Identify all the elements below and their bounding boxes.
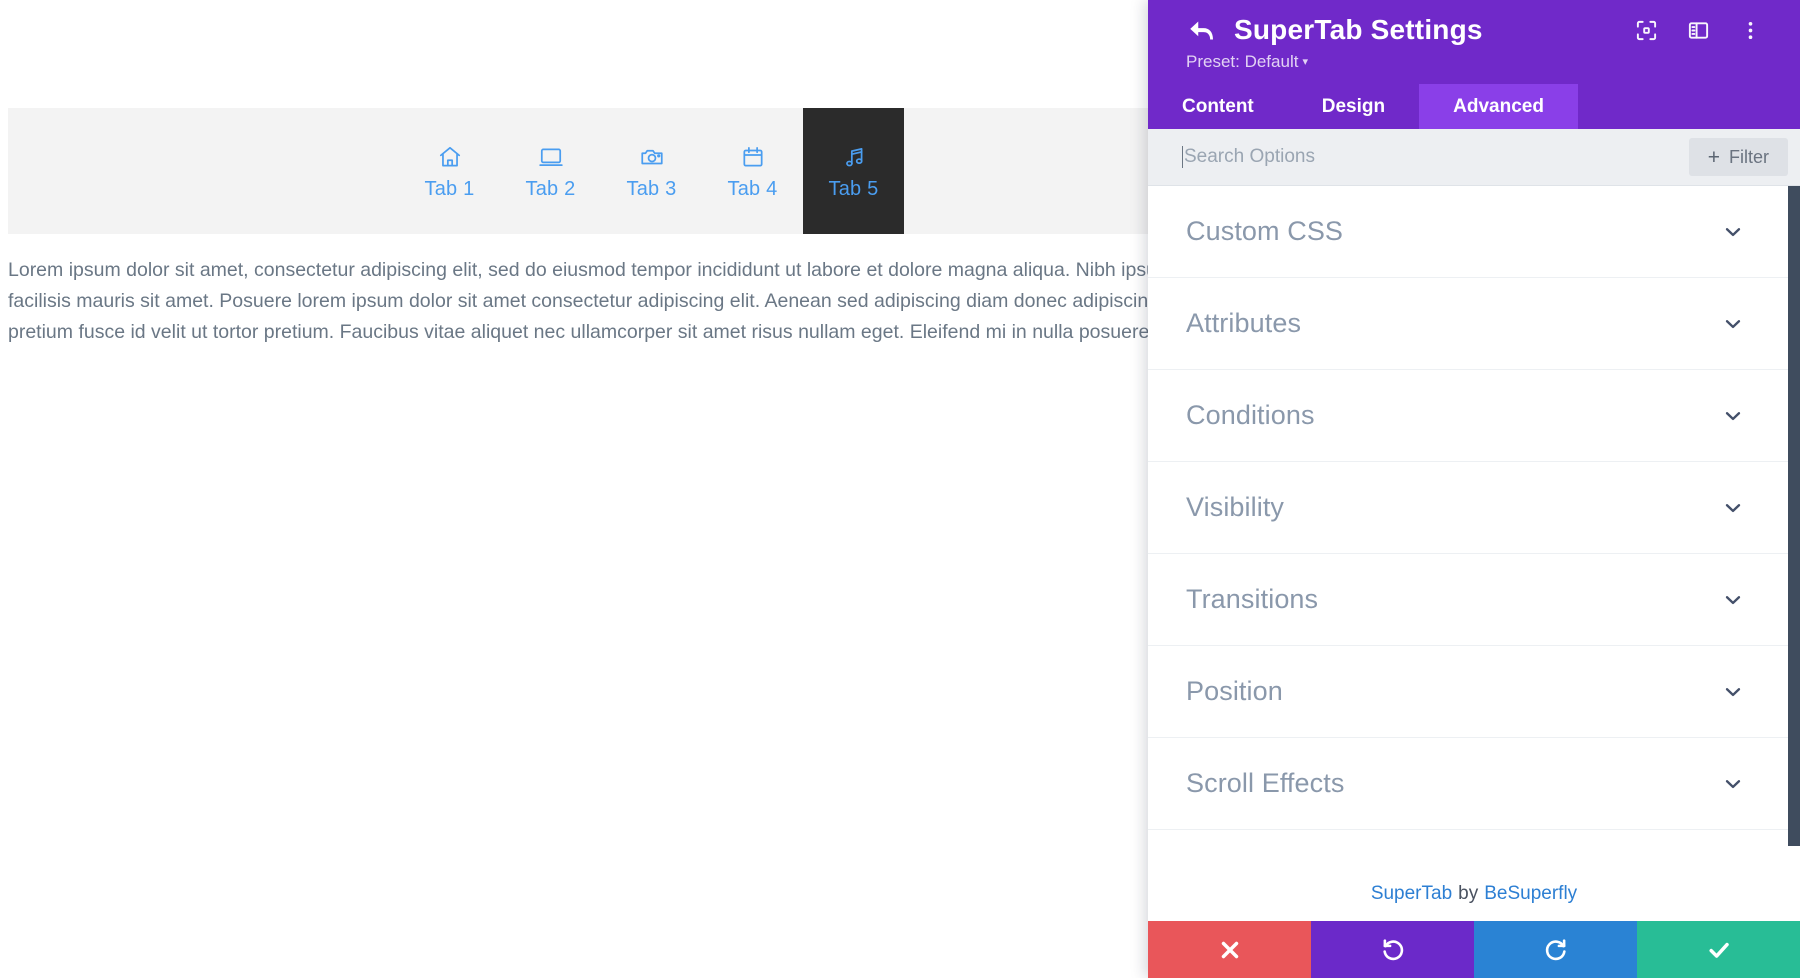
page-tab-5[interactable]: Tab 5 <box>803 108 904 234</box>
page-tab-1-label: Tab 1 <box>424 177 475 200</box>
plus-icon: + <box>1707 145 1720 169</box>
section-attributes[interactable]: Attributes <box>1148 278 1800 370</box>
credit-by-label: by <box>1458 883 1479 904</box>
page-tab-4-label: Tab 4 <box>727 177 778 200</box>
body-line-2: facilisis mauris sit amet. Posuere lorem… <box>8 290 1165 312</box>
page-tab-2[interactable]: Tab 2 <box>500 108 601 234</box>
besuperfly-link[interactable]: BeSuperfly <box>1484 883 1577 905</box>
preset-label: Preset: Default <box>1186 52 1299 71</box>
chevron-down-icon <box>1722 405 1744 427</box>
tab-content[interactable]: Content <box>1148 84 1288 129</box>
section-label: Attributes <box>1186 308 1302 338</box>
monitor-icon <box>538 144 564 170</box>
section-label: Scroll Effects <box>1186 768 1345 798</box>
chevron-down-icon <box>1722 313 1744 335</box>
section-label: Transitions <box>1186 584 1319 614</box>
undo-button[interactable] <box>1311 921 1474 978</box>
focus-frame-icon[interactable] <box>1635 19 1658 42</box>
preset-caret-icon: ▾ <box>1302 56 1308 68</box>
page-body-copy: Lorem ipsum dolor sit amet, consectetur … <box>8 255 1165 348</box>
panel-tabs: Content Design Advanced <box>1148 84 1800 129</box>
app-root: Tab 1 Tab 2 Tab 3 Tab 4 Tab 5 Lorem ipsu… <box>0 0 1800 978</box>
page-tab-5-label: Tab 5 <box>828 177 879 200</box>
home-icon <box>437 144 463 170</box>
section-label: Custom CSS <box>1186 216 1344 246</box>
text-caret <box>1182 146 1183 168</box>
section-visibility[interactable]: Visibility <box>1148 462 1800 554</box>
chevron-down-icon <box>1722 773 1744 795</box>
section-label: Visibility <box>1186 492 1285 522</box>
filter-button[interactable]: + Filter <box>1688 138 1788 176</box>
scrollbar-thumb[interactable] <box>1788 186 1800 846</box>
supertab-tab-bar: Tab 1 Tab 2 Tab 3 Tab 4 Tab 5 <box>8 108 1165 234</box>
section-label: Position <box>1186 676 1283 706</box>
page-tab-3[interactable]: Tab 3 <box>601 108 702 234</box>
options-accordion-list: Custom CSS Attributes Conditions Visibil… <box>1148 186 1800 830</box>
chevron-down-icon <box>1722 221 1744 243</box>
camera-icon <box>639 144 665 170</box>
section-position[interactable]: Position <box>1148 646 1800 738</box>
section-label: Conditions <box>1186 400 1315 430</box>
search-row: + Filter <box>1148 129 1800 186</box>
cancel-button[interactable] <box>1148 921 1311 978</box>
panel-credit: SuperTab by BeSuperfly <box>1148 867 1800 921</box>
calendar-icon <box>740 144 766 170</box>
redo-icon <box>1543 937 1569 963</box>
panel-header-icons <box>1635 19 1762 42</box>
page-tab-3-label: Tab 3 <box>626 177 677 200</box>
tab-design[interactable]: Design <box>1288 84 1419 129</box>
section-transitions[interactable]: Transitions <box>1148 554 1800 646</box>
filter-button-label: Filter <box>1729 146 1769 167</box>
chevron-down-icon <box>1722 497 1744 519</box>
page-tab-1[interactable]: Tab 1 <box>399 108 500 234</box>
more-vertical-icon[interactable] <box>1739 19 1762 42</box>
section-custom-css[interactable]: Custom CSS <box>1148 186 1800 278</box>
music-note-icon <box>841 144 867 170</box>
section-conditions[interactable]: Conditions <box>1148 370 1800 462</box>
page-tab-2-label: Tab 2 <box>525 177 576 200</box>
panel-title: SuperTab Settings <box>1234 14 1483 45</box>
tab-advanced[interactable]: Advanced <box>1419 84 1578 129</box>
search-input[interactable] <box>1184 146 1689 168</box>
body-line-1: Lorem ipsum dolor sit amet, consectetur … <box>8 259 1165 281</box>
panel-header: SuperTab Settings Preset: Default ▾ <box>1148 0 1800 84</box>
panel-footer <box>1148 921 1800 978</box>
page-canvas: Tab 1 Tab 2 Tab 3 Tab 4 Tab 5 Lorem ipsu… <box>0 0 1165 978</box>
panel-scrollbar[interactable] <box>1788 186 1800 867</box>
body-line-3: pretium fusce id velit ut tortor pretium… <box>8 321 1165 343</box>
chevron-down-icon <box>1722 681 1744 703</box>
supertab-link[interactable]: SuperTab <box>1371 883 1452 905</box>
back-arrow-icon[interactable] <box>1186 15 1216 45</box>
page-tab-4[interactable]: Tab 4 <box>702 108 803 234</box>
redo-button[interactable] <box>1474 921 1637 978</box>
undo-icon <box>1380 937 1406 963</box>
close-icon <box>1217 937 1243 963</box>
settings-panel: SuperTab Settings Preset: Default ▾ Cont… <box>1148 0 1800 978</box>
section-scroll-effects[interactable]: Scroll Effects <box>1148 738 1800 830</box>
chevron-down-icon <box>1722 589 1744 611</box>
save-button[interactable] <box>1637 921 1800 978</box>
preset-selector[interactable]: Preset: Default ▾ <box>1186 52 1762 72</box>
check-icon <box>1706 937 1732 963</box>
panel-header-row: SuperTab Settings <box>1186 14 1762 46</box>
options-scroll-area: Custom CSS Attributes Conditions Visibil… <box>1148 186 1800 867</box>
panel-layout-icon[interactable] <box>1687 19 1710 42</box>
